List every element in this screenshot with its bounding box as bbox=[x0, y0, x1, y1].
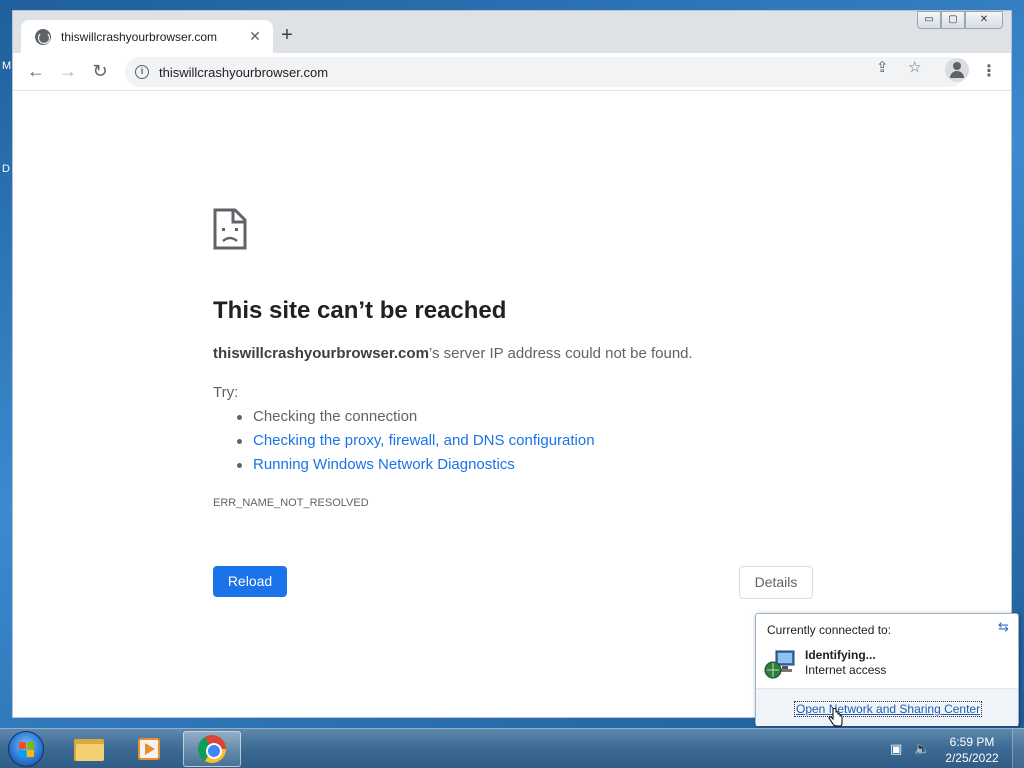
new-tab-button[interactable]: + bbox=[275, 24, 299, 48]
refresh-icon[interactable]: ⇆ bbox=[998, 619, 1009, 635]
share-icon[interactable]: ⇪ bbox=[876, 58, 889, 76]
error-description-text: ’s server IP address could not be found. bbox=[428, 345, 693, 362]
browser-window: thiswillcrashyourbrowser.com ✕ + ▭ ▢ ✕ ←… bbox=[12, 10, 1012, 718]
suggestion-check-proxy-link[interactable]: Checking the proxy, firewall, and DNS co… bbox=[237, 432, 595, 456]
clock-time: 6:59 PM bbox=[949, 735, 995, 749]
tab-title: thiswillcrashyourbrowser.com bbox=[61, 29, 218, 44]
desktop-icon-label[interactable]: M bbox=[2, 60, 11, 72]
taskbar-clock[interactable]: 6:59 PM 2/25/2022 bbox=[940, 734, 1004, 766]
open-network-sharing-center-link[interactable]: Open Network and Sharing Center bbox=[794, 701, 983, 717]
tab-close-icon[interactable]: ✕ bbox=[247, 28, 263, 45]
network-status: Internet access bbox=[805, 663, 887, 677]
reload-button[interactable]: Reload bbox=[213, 566, 287, 597]
site-info-icon[interactable]: i bbox=[135, 65, 149, 79]
details-button[interactable]: Details bbox=[739, 566, 813, 599]
desktop-icon-label[interactable]: D bbox=[2, 163, 10, 175]
suggestion-list: Checking the connection Checking the pro… bbox=[237, 408, 595, 480]
error-host: thiswillcrashyourbrowser.com bbox=[213, 345, 429, 362]
flyout-header: Currently connected to: bbox=[767, 623, 892, 637]
reload-icon[interactable]: ↻ bbox=[88, 60, 112, 84]
taskbar-chrome-button[interactable] bbox=[183, 731, 241, 767]
browser-toolbar: ← → ↻ i thiswillcrashyourbrowser.com ⇪ ☆… bbox=[13, 53, 1011, 91]
minimize-button[interactable]: ▭ bbox=[917, 11, 941, 29]
suggestion-network-diagnostics-link[interactable]: Running Windows Network Diagnostics bbox=[237, 456, 595, 480]
windows-logo-icon bbox=[19, 742, 35, 758]
hand-cursor-icon bbox=[828, 708, 843, 727]
network-tray-icon[interactable]: ▣ bbox=[890, 741, 902, 757]
globe-icon bbox=[35, 28, 51, 45]
taskbar: ▣ 🔈 6:59 PM 2/25/2022 bbox=[0, 728, 1024, 768]
forward-button[interactable]: → bbox=[56, 60, 80, 84]
error-code: ERR_NAME_NOT_RESOLVED bbox=[213, 497, 369, 509]
flyout-footer: Open Network and Sharing Center bbox=[756, 688, 1018, 726]
window-close-button[interactable]: ✕ bbox=[965, 11, 1003, 29]
network-name: Identifying... bbox=[805, 648, 876, 662]
tab-strip: thiswillcrashyourbrowser.com ✕ + ▭ ▢ ✕ bbox=[13, 11, 1011, 53]
network-flyout: Currently connected to: ⇆ Identifying...… bbox=[755, 613, 1019, 726]
url-text[interactable]: thiswillcrashyourbrowser.com bbox=[159, 65, 328, 80]
back-button[interactable]: ← bbox=[24, 60, 48, 84]
taskbar-media-player-button[interactable] bbox=[120, 731, 178, 767]
chrome-icon bbox=[198, 735, 226, 763]
address-bar[interactable]: i thiswillcrashyourbrowser.com bbox=[125, 57, 965, 87]
maximize-button[interactable]: ▢ bbox=[941, 11, 965, 29]
suggestion-check-connection: Checking the connection bbox=[237, 408, 595, 432]
volume-tray-icon[interactable]: 🔈 bbox=[914, 741, 930, 757]
profile-avatar-icon[interactable] bbox=[945, 58, 969, 82]
start-button[interactable] bbox=[8, 731, 44, 767]
menu-dots-icon[interactable]: ⋮ bbox=[981, 61, 997, 81]
taskbar-explorer-button[interactable] bbox=[60, 731, 118, 767]
media-player-icon bbox=[136, 736, 162, 762]
show-desktop-button[interactable] bbox=[1012, 729, 1024, 768]
network-icon bbox=[764, 650, 795, 679]
browser-tab[interactable]: thiswillcrashyourbrowser.com ✕ bbox=[21, 20, 273, 53]
try-label: Try: bbox=[213, 384, 239, 401]
error-description: thiswillcrashyourbrowser.com’s server IP… bbox=[213, 345, 693, 362]
error-title: This site can’t be reached bbox=[213, 297, 507, 324]
sad-page-icon bbox=[213, 208, 247, 250]
folder-icon bbox=[74, 737, 104, 761]
bookmark-star-icon[interactable]: ☆ bbox=[908, 58, 921, 76]
clock-date: 2/25/2022 bbox=[945, 751, 999, 765]
